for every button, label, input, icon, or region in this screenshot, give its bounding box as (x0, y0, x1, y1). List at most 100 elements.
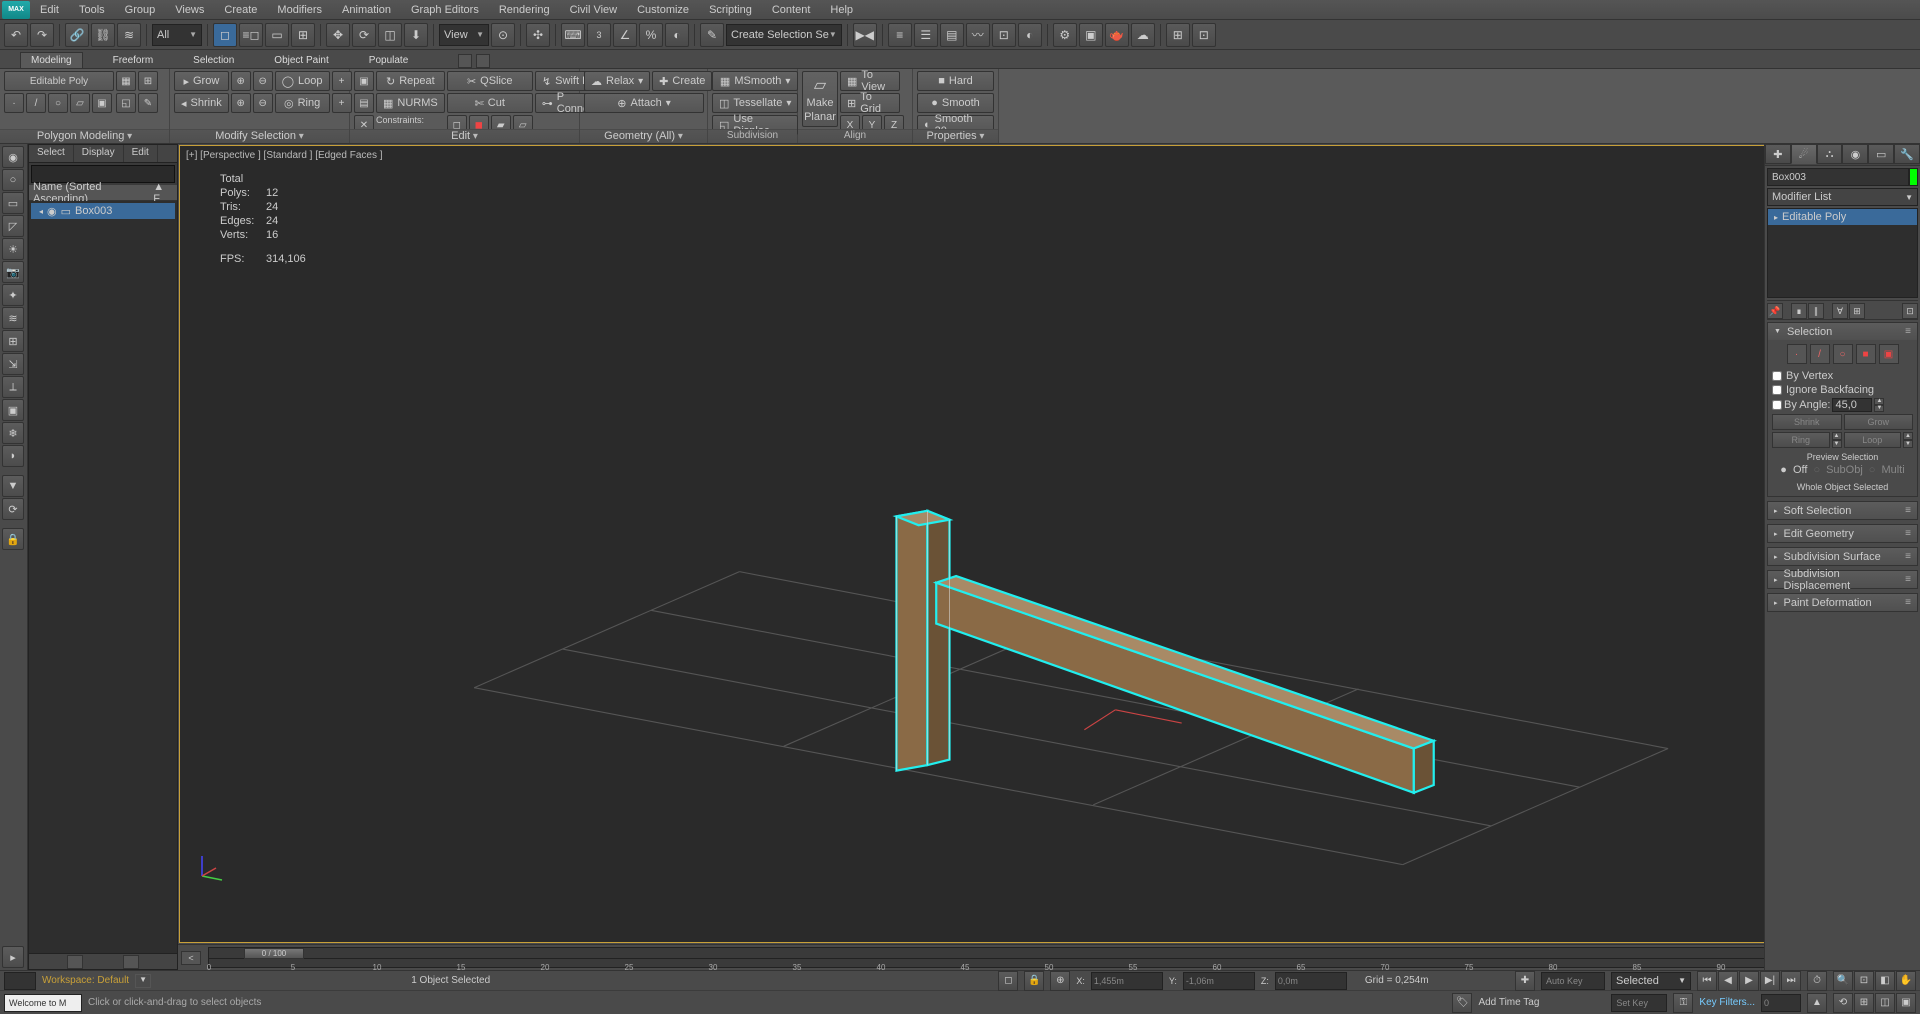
timeline-prev-button[interactable]: < (181, 951, 201, 965)
nav-maximize-button[interactable]: ▣ (1896, 993, 1916, 1013)
vertex-subobj-button[interactable]: · (4, 93, 24, 113)
copy-button[interactable]: ▣ (354, 71, 374, 91)
editable-poly-label[interactable]: Editable Poly (4, 71, 114, 91)
shrink-ring-button[interactable]: ⊖ (253, 93, 273, 113)
selection-lock-button[interactable]: 🔒 (1024, 971, 1044, 991)
menu-content[interactable]: Content (762, 2, 821, 18)
modify-panel-tab[interactable]: ☄ (1791, 144, 1817, 164)
open-autodesk-button[interactable]: ⊞ (1166, 23, 1190, 47)
poly-subobj-button[interactable]: ▱ (70, 93, 90, 113)
display-groups-icon[interactable]: ⊞ (2, 330, 24, 352)
rollout-soft-selection[interactable]: ▸Soft Selection≡ (1768, 502, 1917, 519)
loop-plus-button[interactable]: + (332, 71, 352, 91)
play-button[interactable]: ▶ (1739, 971, 1759, 991)
mirror-button[interactable]: ▶◀ (853, 23, 877, 47)
nav-zoom-all-button[interactable]: ⊡ (1854, 971, 1874, 991)
nav-zoom-button[interactable]: 🔍 (1833, 971, 1853, 991)
display-frozen-icon[interactable]: ❄ (2, 422, 24, 444)
rollout-edit-geometry[interactable]: ▸Edit Geometry≡ (1768, 525, 1917, 542)
time-config-button[interactable]: ⏱ (1807, 971, 1827, 991)
nav-region-button[interactable]: ◫ (1875, 993, 1895, 1013)
make-unique-icon[interactable]: ∥ (1808, 303, 1824, 319)
align-to-grid-button[interactable]: ⊞To Grid (840, 93, 900, 113)
ring-button[interactable]: ◎Ring (275, 93, 330, 113)
menu-modifiers[interactable]: Modifiers (267, 2, 332, 18)
undo-button[interactable]: ↶ (4, 23, 28, 47)
hierarchy-panel-tab[interactable]: ⛬ (1817, 144, 1843, 164)
select-rotate-button[interactable]: ⟳ (352, 23, 376, 47)
display-lights-icon[interactable]: ☀ (2, 238, 24, 260)
window-crossing-button[interactable]: ⊞ (291, 23, 315, 47)
rendered-frame-button[interactable]: ▣ (1079, 23, 1103, 47)
key-filters-link[interactable]: Key Filters... (1699, 997, 1755, 1008)
shrink-button[interactable]: ◂Shrink (174, 93, 229, 113)
menu-help[interactable]: Help (820, 2, 863, 18)
select-rect-button[interactable]: ▭ (265, 23, 289, 47)
ignore-backfacing-button[interactable]: ◱ (116, 93, 136, 113)
key-icon-button[interactable]: ⚿ (1673, 993, 1693, 1013)
utilities-panel-tab[interactable]: 🔧 (1894, 144, 1920, 164)
set-key-mode-button[interactable]: ✚ (1515, 971, 1535, 991)
sel-poly-button[interactable]: ■ (1856, 344, 1876, 364)
frame-spinner-up[interactable]: ▲ (1807, 993, 1827, 1013)
z-coord-field[interactable]: 0,0m (1275, 972, 1347, 990)
sel-edge-button[interactable]: / (1810, 344, 1830, 364)
goto-start-button[interactable]: ⏮ (1697, 971, 1717, 991)
menu-group[interactable]: Group (115, 2, 166, 18)
modifier-stack[interactable]: ▸Editable Poly (1767, 208, 1918, 298)
bind-spacewarp-button[interactable]: ≋ (117, 23, 141, 47)
setkey-button[interactable]: Set Key (1611, 994, 1667, 1012)
layers-button[interactable]: ☰ (914, 23, 938, 47)
render-button[interactable]: 🫖 (1105, 23, 1129, 47)
select-place-button[interactable]: ⬇ (404, 23, 428, 47)
rollout-selection-header[interactable]: ▼Selection≡ (1768, 323, 1917, 340)
unlink-button[interactable]: ⛓ (91, 23, 115, 47)
border-subobj-button[interactable]: ○ (48, 93, 68, 113)
ring-plus-button[interactable]: + (332, 93, 352, 113)
display-containers-icon[interactable]: ▣ (2, 399, 24, 421)
nav-orbit-button[interactable]: ⟲ (1833, 993, 1853, 1013)
ribbon-group-polygon-modeling[interactable]: Polygon Modeling ▾ (0, 129, 169, 143)
qslice-button[interactable]: ✂QSlice (447, 71, 533, 91)
display-panel-tab[interactable]: ▭ (1868, 144, 1894, 164)
x-coord-field[interactable]: 1,455m (1091, 972, 1163, 990)
shrink-sel-button[interactable]: Shrink (1772, 414, 1842, 430)
select-manipulate-button[interactable]: ✣ (526, 23, 550, 47)
viewport-perspective[interactable]: [+] [Perspective ] [Standard ] [Edged Fa… (179, 145, 1919, 943)
link-button[interactable]: 🔗 (65, 23, 89, 47)
align-to-view-button[interactable]: ▦To View (840, 71, 900, 91)
grow-button[interactable]: ▸Grow (174, 71, 229, 91)
select-by-name-button[interactable]: ≡◻ (239, 23, 263, 47)
rollout-paint-deformation[interactable]: ▸Paint Deformation≡ (1768, 594, 1917, 611)
stack-options-icon[interactable]: ⊡ (1902, 303, 1918, 319)
relax-button[interactable]: ☁Relax ▾ (584, 71, 650, 91)
paint-select-button[interactable]: ✎ (138, 93, 158, 113)
align-button[interactable]: ≡ (888, 23, 912, 47)
sel-vertex-button[interactable]: · (1787, 344, 1807, 364)
nav-pan-button[interactable]: ✋ (1896, 971, 1916, 991)
repeat-button[interactable]: ↻Repeat (376, 71, 445, 91)
selection-filter-dropdown[interactable]: All▼ (152, 24, 202, 46)
schematic-view-button[interactable]: ⊡ (992, 23, 1016, 47)
menu-tools[interactable]: Tools (69, 2, 115, 18)
material-editor-button[interactable]: ◐ (1018, 23, 1042, 47)
expand-icon[interactable]: ◂ (39, 207, 43, 216)
visibility-icon[interactable]: ◉ (47, 205, 57, 218)
edge-subobj-button[interactable]: / (26, 93, 46, 113)
grow-loop-button[interactable]: ⊕ (231, 71, 251, 91)
by-vertex-checkbox[interactable] (1772, 371, 1782, 381)
render-a360-button[interactable]: ☁ (1131, 23, 1155, 47)
percent-snap-button[interactable]: % (639, 23, 663, 47)
rollout-subdiv-surface[interactable]: ▸Subdivision Surface≡ (1768, 548, 1917, 565)
ribbon-tab-populate[interactable]: Populate (359, 53, 418, 68)
cut-button[interactable]: ✄Cut (447, 93, 533, 113)
isolate-selection-button[interactable]: ◻ (998, 971, 1018, 991)
display-geometry-icon[interactable]: ▭ (2, 192, 24, 214)
display-xrefs-icon[interactable]: ⇲ (2, 353, 24, 375)
toggle-ribbon-button[interactable]: ▤ (940, 23, 964, 47)
spinner-snap-button[interactable]: ◐ (665, 23, 689, 47)
menu-create[interactable]: Create (214, 2, 267, 18)
mini-viewport-icon[interactable] (4, 972, 36, 990)
display-spacewarps-icon[interactable]: ≋ (2, 307, 24, 329)
motion-panel-tab[interactable]: ◉ (1842, 144, 1868, 164)
